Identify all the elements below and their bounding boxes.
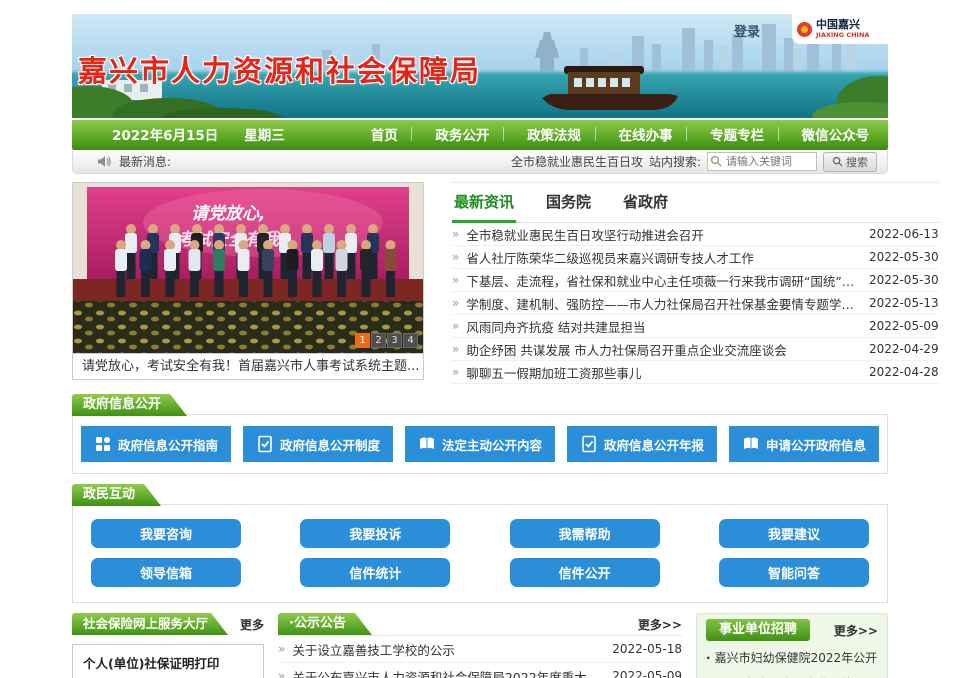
tab-provincial-gov[interactable]: 省政府	[621, 189, 670, 222]
news-ticker-bar: 最新消息: 全市稳就业惠民生百日攻 站内搜索: 搜索	[72, 148, 888, 174]
request-disclosure-button[interactable]: 申请公开政府信息	[729, 426, 879, 462]
nav-item-policies[interactable]: 政策法规	[517, 120, 591, 148]
pager-2[interactable]: 2	[371, 333, 386, 348]
letter-disclosure-button[interactable]: 信件公开	[510, 558, 660, 587]
more-link[interactable]: 更多>>	[638, 616, 682, 633]
annual-report-button[interactable]: 政府信息公开年报	[567, 426, 717, 462]
smart-qa-button[interactable]: 智能问答	[719, 558, 869, 587]
recruitment-item[interactable]: 2022年嘉兴市属事业单位公开...	[706, 671, 878, 678]
announcement-item[interactable]: 关于公布嘉兴市人力资源和社会保障局2022年度重大行政决策事... 2022-0…	[278, 663, 682, 678]
search-button-icon	[832, 156, 843, 167]
news-panel: 最新资讯 国务院 省政府 全市稳就业惠民生百日攻坚行动推进会召开 2022-06…	[452, 182, 939, 384]
weekday-text: 星期三	[244, 124, 285, 144]
site-title: 嘉兴市人力资源和社会保障局	[78, 48, 481, 90]
section-announcements: ·公示公告 更多>> 关于设立嘉善技工学校的公示 2022-05-18 关于公布…	[278, 613, 682, 678]
announcement-item[interactable]: 关于设立嘉善技工学校的公示 2022-05-18	[278, 636, 682, 663]
section-title-ribbon: 社会保险网上服务大厅	[72, 613, 228, 635]
section-social-insurance: 社会保险网上服务大厅 更多 个人(单位)社保证明打印 办事指南	[72, 613, 264, 678]
campaign-text: 全市稳就业惠民生百日攻	[511, 153, 643, 170]
carousel-caption[interactable]: 请党放心，考试安全有我！首届嘉兴市人事考试系统主题...	[72, 354, 424, 380]
jiaxing-logo-icon	[797, 22, 812, 37]
date-text: 2022年6月15日	[112, 124, 218, 144]
pager-3[interactable]: 3	[387, 333, 402, 348]
nav-item-home[interactable]: 首页	[361, 120, 408, 148]
carousel-pager: 1 2 3 4	[355, 333, 418, 348]
doc-check-icon	[256, 435, 274, 453]
nav-item-gov-affairs[interactable]: 政务公开	[425, 120, 499, 148]
ss-cert-print-item[interactable]: 个人(单位)社保证明打印	[72, 644, 264, 678]
search-button[interactable]: 搜索	[823, 152, 877, 172]
grid-icon	[94, 435, 112, 453]
logo-title: 中国嘉兴	[816, 19, 869, 31]
news-item[interactable]: 聊聊五一假期加班工资那些事儿 2022-04-28	[452, 361, 939, 384]
suggestion-button[interactable]: 我要建议	[719, 519, 869, 548]
book-icon	[418, 435, 436, 453]
site-logo[interactable]: 中国嘉兴 JIAXING CHINA	[792, 14, 888, 44]
info-disclosure-system-button[interactable]: 政府信息公开制度	[243, 426, 393, 462]
news-item[interactable]: 全市稳就业惠民生百日攻坚行动推进会召开 2022-06-13	[452, 223, 939, 246]
consult-button[interactable]: 我要咨询	[91, 519, 241, 548]
recruitment-title[interactable]: 事业单位招聘	[706, 619, 810, 641]
more-link[interactable]: 更多	[240, 616, 264, 633]
section-info-disclosure: 政府信息公开 政府信息公开指南 政府信息公开制度	[72, 393, 888, 474]
site-search: 全市稳就业惠民生百日攻 站内搜索: 搜索	[511, 152, 877, 172]
letter-statistics-button[interactable]: 信件统计	[300, 558, 450, 587]
search-label: 站内搜索:	[649, 153, 701, 170]
section-interaction: 政民互动 我要咨询 我要投诉 我需帮助 我要建议 领导信箱 信件统计 信件公开 …	[72, 483, 888, 603]
news-item[interactable]: 学制度、建机制、强防控——市人力社保局召开社保基金要情专题学习会 2022-05…	[452, 292, 939, 315]
section-recruitment: 事业单位招聘 更多>> 嘉兴市妇幼保健院2022年公开... 2022年嘉兴市属…	[696, 613, 888, 678]
carousel-photo-image: 请党放心, 考试安全有我	[73, 183, 423, 353]
main-nav: 2022年6月15日 星期三 首页 政务公开 政策法规 在线办事 专题专栏 微信…	[72, 120, 888, 148]
pager-1[interactable]: 1	[355, 333, 370, 348]
section-title-ribbon: ·公示公告	[278, 613, 372, 635]
carousel-photo[interactable]: 请党放心, 考试安全有我 1 2 3 4	[72, 182, 424, 354]
header-banner: 嘉兴市人力资源和社会保障局 登录 中国嘉兴 JIAXING CHINA	[72, 14, 888, 118]
nav-item-online-services[interactable]: 在线办事	[609, 120, 683, 148]
more-link[interactable]: 更多>>	[834, 622, 878, 639]
search-input[interactable]	[707, 152, 817, 171]
news-item[interactable]: 省人社厅陈荣华二级巡视员来嘉兴调研专技人才工作 2022-05-30	[452, 246, 939, 269]
pager-4[interactable]: 4	[403, 333, 418, 348]
photo-carousel: 请党放心, 考试安全有我 1 2 3 4 请党放心，考试安全有我！首届嘉兴市人事…	[72, 182, 424, 384]
section-title-ribbon: 政民互动	[72, 484, 161, 506]
news-list: 全市稳就业惠民生百日攻坚行动推进会召开 2022-06-13 省人社厅陈荣华二级…	[452, 223, 939, 384]
svg-text:请党放心,: 请党放心,	[191, 204, 265, 224]
nav-item-special-topics[interactable]: 专题专栏	[700, 120, 774, 148]
recruitment-item[interactable]: 嘉兴市妇幼保健院2022年公开...	[706, 645, 878, 671]
news-item[interactable]: 下基层、走流程，省社保和就业中心主任项薇一行来我市调研“国统”上线情况 2022…	[452, 269, 939, 292]
page: 嘉兴市人力资源和社会保障局 登录 中国嘉兴 JIAXING CHINA 2022…	[72, 0, 888, 678]
statutory-disclosure-button[interactable]: 法定主动公开内容	[405, 426, 555, 462]
leader-mailbox-button[interactable]: 领导信箱	[91, 558, 241, 587]
logo-subtitle: JIAXING CHINA	[816, 31, 869, 39]
info-disclosure-guide-button[interactable]: 政府信息公开指南	[81, 426, 231, 462]
search-input-icon	[710, 155, 722, 167]
section-title-ribbon: 政府信息公开	[72, 394, 187, 416]
doc-check-icon	[580, 435, 598, 453]
need-help-button[interactable]: 我需帮助	[510, 519, 660, 548]
nav-items: 首页 政务公开 政策法规 在线办事 专题专栏 微信公众号	[352, 120, 888, 148]
nav-date: 2022年6月15日 星期三	[72, 124, 352, 144]
speaker-icon	[97, 155, 111, 168]
news-tabs: 最新资讯 国务院 省政府	[452, 189, 939, 223]
tab-latest-news[interactable]: 最新资讯	[452, 189, 516, 223]
news-item[interactable]: 风雨同舟齐抗疫 结对共建显担当 2022-05-09	[452, 315, 939, 338]
ticker-label: 最新消息:	[119, 153, 171, 170]
news-item[interactable]: 助企纾困 共谋发展 市人力社保局召开重点企业交流座谈会 2022-04-29	[452, 338, 939, 361]
nav-item-wechat[interactable]: 微信公众号	[792, 120, 880, 148]
book-icon	[742, 435, 760, 453]
complaint-button[interactable]: 我要投诉	[300, 519, 450, 548]
tab-state-council[interactable]: 国务院	[544, 189, 593, 222]
login-link[interactable]: 登录	[734, 21, 760, 40]
